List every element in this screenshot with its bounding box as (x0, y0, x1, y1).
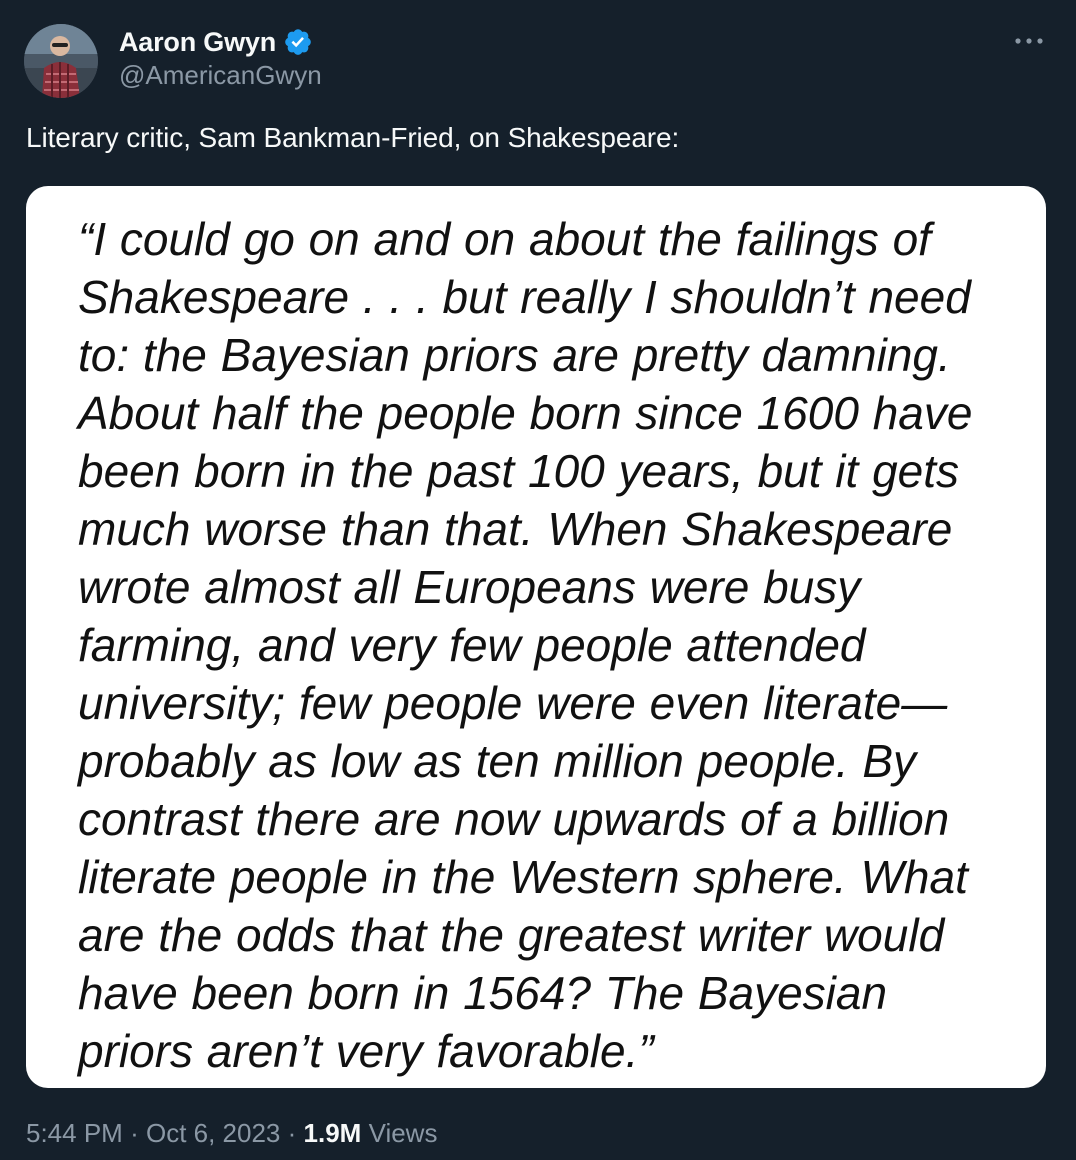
more-options-icon[interactable] (1010, 26, 1048, 56)
author-name-row: Aaron Gwyn (119, 24, 313, 60)
quote-line: wrote almost all Europeans were busy (78, 561, 861, 613)
quote-image[interactable]: “I could go on and on about the failings… (26, 186, 1046, 1088)
profile-photo-icon (24, 24, 98, 98)
tweet-date[interactable]: Oct 6, 2023 (146, 1118, 280, 1148)
quote-line: priors aren’t very favorable.” (78, 1025, 654, 1077)
quote-line: literate people in the Western sphere. W… (78, 851, 968, 903)
quote-line: About half the people born since 1600 ha… (78, 387, 973, 439)
user-handle[interactable]: @AmericanGwyn (119, 60, 322, 91)
quote-line: been born in the past 100 years, but it … (78, 445, 960, 497)
meta-separator: · (287, 1118, 297, 1148)
quote-line: Shakespeare . . . but really I shouldn’t… (78, 271, 971, 323)
quote-line: contrast there are now upwards of a bill… (78, 793, 950, 845)
quote-line: are the odds that the greatest writer wo… (78, 909, 945, 961)
quote-line: to: the Bayesian priors are pretty damni… (78, 329, 951, 381)
tweet-page: Aaron Gwyn @AmericanGwyn Literary critic… (0, 0, 1076, 1160)
quote-line: much worse than that. When Shakespeare (78, 503, 953, 555)
tweet-meta: 5:44 PM · Oct 6, 2023 · 1.9M Views (26, 1118, 437, 1149)
quote-line: “I could go on and on about the failings… (78, 213, 931, 265)
quote-line: farming, and very few people attended (78, 619, 866, 671)
verified-badge-icon (283, 27, 313, 57)
quote-line: probably as low as ten million people. B… (78, 735, 917, 787)
avatar[interactable] (24, 24, 98, 98)
quote-line: have been born in 1564? The Bayesian (78, 967, 888, 1019)
views-label: Views (368, 1118, 438, 1148)
meta-separator: · (130, 1118, 139, 1148)
views-count[interactable]: 1.9M (304, 1118, 362, 1148)
quote-text: “I could go on and on about the failings… (78, 210, 1018, 1080)
tweet-time[interactable]: 5:44 PM (26, 1118, 123, 1148)
quote-line: university; few people were even literat… (78, 677, 948, 729)
display-name[interactable]: Aaron Gwyn (119, 27, 276, 58)
tweet-text: Literary critic, Sam Bankman-Fried, on S… (26, 122, 680, 153)
